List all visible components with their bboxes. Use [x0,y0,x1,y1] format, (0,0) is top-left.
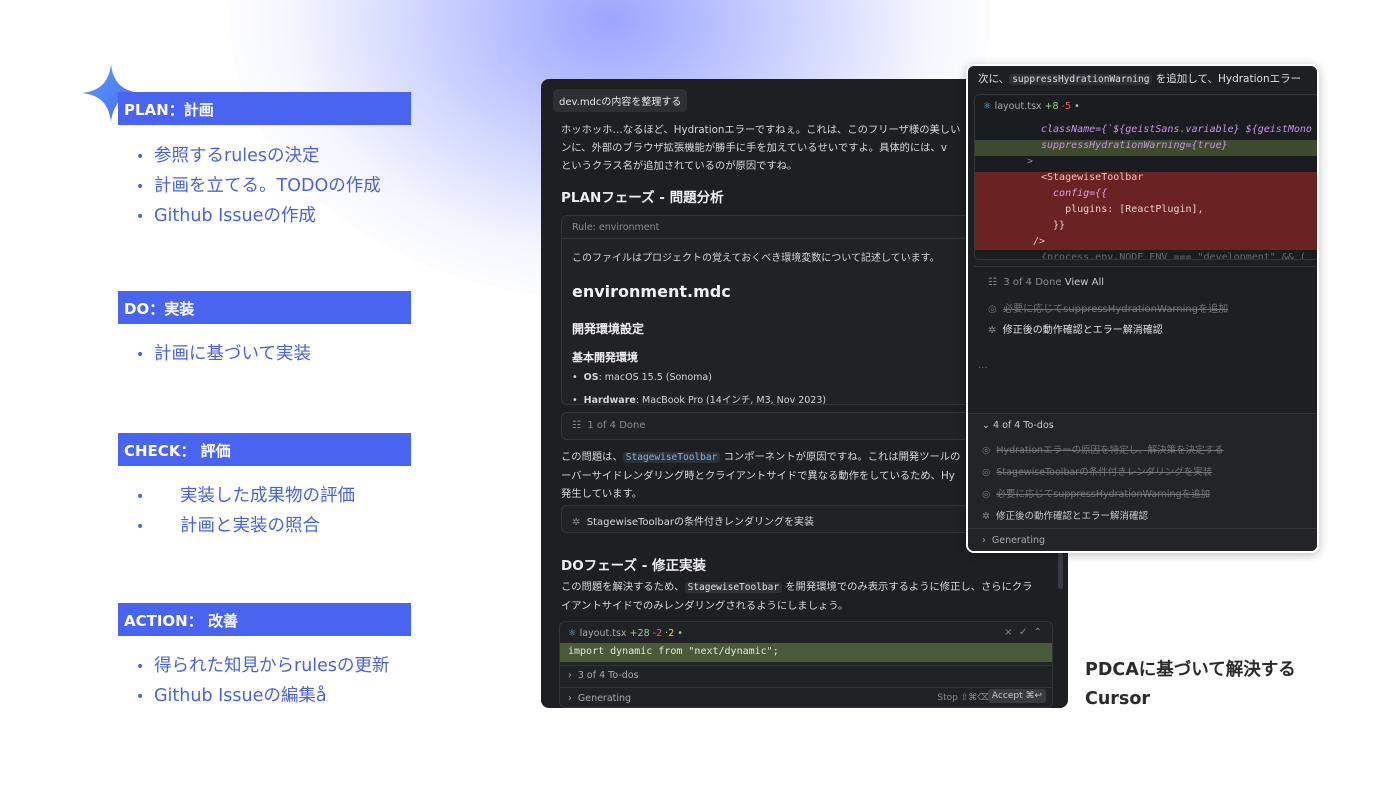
cursor-agent-panel: 次に、 suppressHydrationWarning を追加して、Hydrat… [966,64,1319,553]
intro-text: ホッホッホ…なるほど、Hydrationエラーですねぇ。これは、このフリーザ様の… [561,124,961,172]
caption: PDCAに基づいて解決する Cursor [1085,660,1296,709]
chevron-right-icon: › [982,535,986,546]
circle-check-icon: ◎ [982,445,991,456]
code-line-removed: config={{ [1041,188,1108,199]
spinner-icon: ✲ [572,517,581,528]
action-heading: ACTION： 改善 [118,603,411,636]
do-phase-heading: DOフェーズ - 修正実装 [561,558,707,574]
plan-heading: PLAN：計画 [118,92,411,125]
list-item: • Github Issueの編集å [136,686,327,706]
check-heading: CHECK： 評価 [118,433,411,466]
todos-panel: ⌄ 4 of 4 To-dos ◎ Hydrationエラーの原因を特定し、解決… [968,413,1317,551]
todo-item-done: ◎ Hydrationエラーの原因を特定し、解決策を決定する [982,445,1224,456]
code-line-added: suppressHydrationWarning={true} [975,140,1317,156]
rule-subheading: 開発環境設定 [572,322,645,336]
rule-subsubheading: 基本開発環境 [572,351,638,364]
issue-text: この問題は、 StagewiseToolbar コンポーネントが原因ですね。これは… [561,451,961,500]
chevron-updown-icon[interactable]: ⌃ [1034,627,1042,638]
done-progress: ☷ 3 of 4 Done View All [988,277,1105,288]
list-item: • OS: macOS 15.5 (Sonoma) [572,372,712,383]
list-icon: ☷ [988,277,997,288]
plan-list: • 参照するrulesの決定 • 計画を立てる。TODOの作成 • Github Is… [136,142,381,232]
list-item: • 参照するrulesの決定 [136,146,320,166]
chevron-right-icon: › [568,670,572,681]
list-item: • Hardware: MacBook Pro (14インチ, M3, Nov … [572,395,827,405]
rule-title: environment.mdc [572,282,731,301]
code-line: {process.env.NODE_ENV === "development" … [1041,252,1306,260]
close-icon[interactable]: × [1004,627,1012,638]
do-heading: DO：実装 [118,291,411,324]
check-icon[interactable]: ✓ [1019,627,1027,638]
chevron-down-icon: ⌄ [982,420,990,431]
generating-status: › Generating [568,693,632,704]
react-icon: ⚛ [568,628,577,639]
rule-label: Rule: environment [572,222,660,233]
list-item: • 実装した成果物の評価 [136,486,355,506]
todo-item-running: ✲ 修正後の動作確認とエラー解消確認 [988,325,1163,336]
todo-item-done: ◎ 必要に応じてsuppressHydrationWarningを追加 [988,304,1229,315]
overlay-diff-card: ⚛ layout.tsx +8 -5 • className={`${geist… [974,94,1317,260]
file-actions: × ✓ ⌃ [1004,627,1042,638]
list-item: • 計画に基づいて実装 [136,344,311,364]
todos-toggle[interactable]: ⌄ 4 of 4 To-dos [982,420,1054,431]
rule-description: このファイルはプロジェクトの覚えておくべき環境変数について記述しています。 [572,253,940,264]
code-line-removed: <StagewiseToolbar [1041,172,1144,183]
list-icon: ☷ [572,420,581,431]
action-list: • 得られた知見からrulesの更新 • Github Issueの編集å [136,652,390,712]
code-line-added: import dynamic from "next/dynamic"; [560,643,1052,662]
code-line-removed: }} [1041,220,1066,231]
file-header[interactable]: ⚛ layout.tsx +8 -5 • [983,101,1080,112]
code-chip: StagewiseToolbar [684,582,783,593]
plan-phase-heading: PLANフェーズ - 問題分析 [561,190,724,206]
file-diff-card: ⚛ layout.tsx +28 -2 ·2 • × ✓ ⌃ import dy… [559,621,1053,708]
context-chip[interactable]: dev.mdcの内容を整理する [553,89,688,112]
rule-card: Rule: environment このファイルはプロジェクトの覚えておくべき環… [561,215,991,405]
todos-toggle[interactable]: › 3 of 4 To-dos [568,670,639,681]
code-chip: StagewiseToolbar [622,452,721,463]
circle-check-icon: ◎ [988,304,997,315]
fix-text: この問題を解決するため、 StagewiseToolbar を開発環境でのみ表示す… [561,581,1033,612]
todo-progress-strip[interactable]: ☷ 1 of 4 Done [561,412,991,440]
circle-check-icon: ◎ [982,467,991,478]
spinner-icon: ✲ [982,511,990,522]
todo-item-running: ✲ 修正後の動作確認とエラー解消確認 [982,511,1149,522]
running-todo: ✲ StagewiseToolbarの条件付きレンダリングを実装 [561,505,991,533]
agent-message: 次に、 suppressHydrationWarning を追加して、Hydrat… [978,73,1302,85]
code-line: > [1027,156,1034,167]
accept-button[interactable]: Accept ⌘↩ [987,689,1046,703]
react-icon: ⚛ [983,101,992,112]
list-item: • Github Issueの作成 [136,206,316,226]
code-line-removed: plugins: [ReactPlugin], [1041,204,1204,215]
todo-item-done: ◎ 必要に応じてsuppressHydrationWarningを追加 [982,489,1211,500]
ellipsis: ... [978,360,988,371]
check-list: • 実装した成果物の評価 • 計画と実装の照合 [136,482,355,542]
chevron-right-icon: › [568,693,572,704]
stop-button[interactable]: Stop ⇧⌘⌫ [937,693,990,703]
view-all-link[interactable]: View All [1065,277,1104,288]
circle-check-icon: ◎ [982,489,991,500]
list-item: • 得られた知見からrulesの更新 [136,656,390,676]
list-item: • 計画と実装の照合 [136,516,320,536]
code-chip: suppressHydrationWarning [1009,74,1153,85]
list-item: • 計画を立てる。TODOの作成 [136,176,381,196]
spinner-icon: ✲ [988,325,997,336]
code-line: className={`${geistSans.variable} ${geis… [1041,124,1312,135]
generating-status: › Generating [982,535,1046,546]
todo-item-done: ◎ StagewiseToolbarの条件付きレンダリングを実装 [982,467,1213,478]
code-line-removed: /> [1033,236,1046,247]
file-header[interactable]: ⚛ layout.tsx +28 -2 ·2 • [568,628,683,639]
do-list: • 計画に基づいて実装 [136,340,311,370]
